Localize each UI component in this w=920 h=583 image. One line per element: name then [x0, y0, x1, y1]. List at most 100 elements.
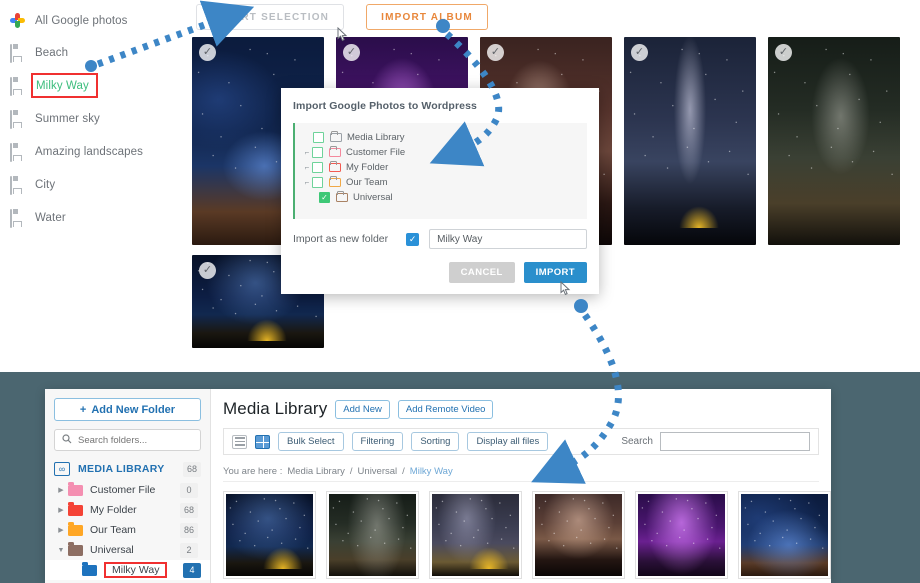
media-search: Search [621, 432, 810, 451]
sidebar-item-all-google-photos[interactable]: All Google photos [0, 8, 190, 33]
sidebar-item-beach[interactable]: Beach [0, 40, 190, 65]
folder-icon [329, 178, 341, 187]
media-thumbnail[interactable] [738, 491, 831, 579]
check-circle-icon[interactable]: ✓ [199, 262, 216, 279]
media-thumbnail[interactable] [532, 491, 625, 579]
tree-checkbox[interactable] [312, 162, 323, 173]
album-icon [10, 144, 25, 159]
check-circle-icon[interactable]: ✓ [775, 44, 792, 61]
folder-label: Our Team [90, 524, 180, 536]
wp-folder-my-folder[interactable]: ▶ My Folder 68 [54, 500, 201, 520]
sidebar-item-label: City [35, 179, 55, 191]
photo-thumbnail[interactable]: ✓ [768, 37, 900, 245]
media-library-icon: ∞ [54, 462, 70, 476]
item-count: 2 [180, 543, 198, 558]
import-dialog: Import Google Photos to Wordpress Media … [281, 88, 599, 294]
folder-label: Customer File [90, 484, 180, 496]
tree-checkbox[interactable]: ✓ [319, 192, 330, 203]
folder-icon [330, 133, 342, 142]
check-circle-icon[interactable]: ✓ [343, 44, 360, 61]
breadcrumb-separator: / [350, 466, 353, 477]
media-thumbnail[interactable] [635, 491, 728, 579]
sidebar-item-city[interactable]: City [0, 172, 190, 197]
search-input[interactable] [660, 432, 810, 451]
tree-item-label: My Folder [346, 162, 388, 173]
tree-item-my-folder[interactable]: ⌐ My Folder [295, 160, 587, 175]
wp-folder-universal[interactable]: ▼ Universal 2 [54, 540, 201, 560]
mouse-cursor-icon [560, 281, 571, 296]
item-count: 0 [180, 483, 198, 498]
cancel-button[interactable]: CANCEL [449, 262, 515, 283]
sorting-button[interactable]: Sorting [411, 432, 459, 451]
tree-checkbox[interactable] [313, 132, 324, 143]
tree-item-our-team[interactable]: ⌐ Our Team [295, 175, 587, 190]
album-icon [10, 111, 25, 126]
tree-item-label: Media Library [347, 132, 405, 143]
album-icon [10, 78, 25, 93]
import-button[interactable]: IMPORT [524, 262, 587, 283]
sidebar-item-label: Summer sky [35, 113, 100, 125]
import-as-new-folder-row: Import as new folder ✓ Milky Way [281, 219, 599, 249]
caret-down-icon[interactable]: ▼ [54, 547, 68, 554]
album-icon [10, 177, 25, 192]
breadcrumb-item-milky-way[interactable]: Milky Way [410, 466, 453, 477]
sidebar-item-amazing-landscapes[interactable]: Amazing landscapes [0, 139, 190, 164]
breadcrumb-separator: / [402, 466, 405, 477]
media-thumbnail[interactable] [429, 491, 522, 579]
photo-thumbnail[interactable]: ✓ [624, 37, 756, 245]
wp-main-content: Media Library Add New Add Remote Video B… [211, 389, 831, 583]
check-circle-icon[interactable]: ✓ [487, 44, 504, 61]
add-remote-video-button[interactable]: Add Remote Video [398, 400, 494, 419]
check-circle-icon[interactable]: ✓ [199, 44, 216, 61]
grid-view-icon[interactable] [255, 435, 270, 449]
media-thumbnail[interactable] [326, 491, 419, 579]
milky-way-highlight-box: Milky Way [31, 73, 98, 98]
new-folder-name-input[interactable]: Milky Way [429, 229, 587, 249]
page-header: Media Library Add New Add Remote Video [223, 399, 831, 419]
filtering-button[interactable]: Filtering [352, 432, 404, 451]
wp-folder-our-team[interactable]: ▶ Our Team 86 [54, 520, 201, 540]
google-photos-album-sidebar: All Google photos Beach Milky Way Summer… [0, 0, 190, 372]
wp-folder-milky-way[interactable]: Milky Way 4 [45, 560, 210, 580]
folder-tree: Media Library ⌐ Customer File ⌐ My Folde… [293, 123, 587, 219]
sidebar-item-label: Beach [35, 47, 68, 59]
display-all-files-button[interactable]: Display all files [467, 432, 548, 451]
breadcrumb-item-media-library[interactable]: Media Library [287, 466, 345, 477]
milky-way-highlight-box: Milky Way [104, 562, 167, 578]
breadcrumb-item-universal[interactable]: Universal [358, 466, 398, 477]
item-count: 4 [183, 563, 201, 578]
tree-item-customer-file[interactable]: ⌐ Customer File [295, 145, 587, 160]
sidebar-item-water[interactable]: Water [0, 205, 190, 230]
add-new-button[interactable]: Add New [335, 400, 390, 419]
caret-right-icon[interactable]: ▶ [54, 486, 68, 494]
add-new-folder-label: Add New Folder [91, 404, 175, 416]
list-view-icon[interactable] [232, 435, 247, 449]
item-count: 68 [180, 503, 198, 518]
tree-checkbox[interactable] [312, 177, 323, 188]
sidebar-item-milky-way[interactable]: Milky Way [0, 73, 190, 98]
wp-folder-customer-file[interactable]: ▶ Customer File 0 [54, 480, 201, 500]
tree-item-universal[interactable]: ✓ Universal [295, 190, 587, 205]
tree-item-media-library[interactable]: Media Library [295, 130, 587, 145]
breadcrumb: You are here : Media Library / Universal… [223, 462, 819, 482]
folder-icon [329, 148, 341, 157]
import-selection-button[interactable]: IMPORT SELECTION [196, 4, 344, 30]
dialog-title: Import Google Photos to Wordpress [281, 88, 599, 112]
caret-right-icon[interactable]: ▶ [54, 526, 68, 534]
breadcrumb-prefix: You are here : [223, 466, 282, 477]
mouse-cursor-icon [337, 27, 348, 42]
folder-search-input[interactable] [78, 435, 193, 446]
folder-search-box[interactable] [54, 429, 201, 451]
add-new-folder-button[interactable]: + Add New Folder [54, 398, 201, 421]
media-library-root-row[interactable]: ∞ MEDIA LIBRARY 68 [54, 458, 201, 480]
import-as-new-folder-checkbox[interactable]: ✓ [406, 233, 419, 246]
bulk-select-button[interactable]: Bulk Select [278, 432, 344, 451]
caret-right-icon[interactable]: ▶ [54, 506, 68, 514]
media-thumbnail[interactable] [223, 491, 316, 579]
check-circle-icon[interactable]: ✓ [631, 44, 648, 61]
import-album-button[interactable]: IMPORT ALBUM [366, 4, 488, 30]
tree-checkbox[interactable] [312, 147, 323, 158]
folder-label: Universal [90, 544, 180, 556]
sidebar-item-summer-sky[interactable]: Summer sky [0, 106, 190, 131]
tree-arm-icon: ⌐ [302, 163, 312, 172]
